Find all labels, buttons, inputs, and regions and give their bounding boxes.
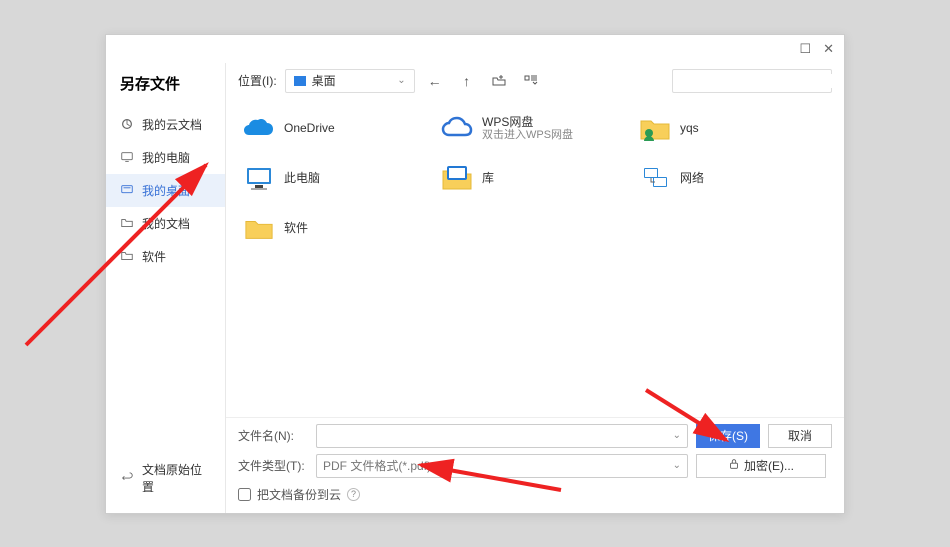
sidebar-item-label: 文档原始位置 <box>142 461 211 495</box>
location-select[interactable]: 桌面 ⌄ <box>285 69 415 93</box>
filetype-label: 文件类型(T): <box>238 457 308 474</box>
file-name: OneDrive <box>284 121 335 135</box>
cloud-drive-icon <box>440 112 474 146</box>
desktop-icon <box>120 183 134 197</box>
sidebar-item-my-computer[interactable]: 我的电脑 <box>106 141 225 174</box>
file-item-software-folder[interactable]: 软件 <box>238 207 436 251</box>
file-item-user[interactable]: yqs <box>634 107 832 151</box>
backup-checkbox[interactable] <box>238 488 251 501</box>
cloud-icon <box>120 117 134 131</box>
filename-combo[interactable]: ⌄ <box>316 424 688 448</box>
file-name: WPS网盘 <box>482 115 573 129</box>
return-icon <box>120 471 134 485</box>
encrypt-button[interactable]: 加密(E)... <box>696 454 826 478</box>
sidebar-item-desktop[interactable]: 我的桌面 <box>106 174 225 207</box>
chevron-down-icon: ⌄ <box>673 430 681 441</box>
location-label: 位置(I): <box>238 72 277 89</box>
sidebar-item-label: 软件 <box>142 248 166 265</box>
save-button[interactable]: 保存(S) <box>696 424 760 448</box>
file-item-this-pc[interactable]: 此电脑 <box>238 157 436 201</box>
file-name: yqs <box>680 121 699 135</box>
chevron-down-icon: ⌄ <box>397 75 405 86</box>
folder-icon <box>120 216 134 230</box>
folder-icon <box>242 212 276 246</box>
sidebar-item-original-location[interactable]: 文档原始位置 <box>106 453 225 503</box>
sidebar-item-label: 我的云文档 <box>142 116 202 133</box>
sidebar-item-software[interactable]: 软件 <box>106 240 225 273</box>
sidebar-item-label: 我的桌面 <box>142 182 190 199</box>
bottom-panel: 文件名(N): ⌄ 保存(S) 取消 文件类型(T): PDF 文件格式(*.p… <box>226 417 844 513</box>
user-folder-icon <box>638 112 672 146</box>
up-button[interactable]: ↑ <box>455 69 479 93</box>
search-box[interactable] <box>672 69 832 93</box>
file-name: 此电脑 <box>284 171 320 185</box>
main-panel: 位置(I): 桌面 ⌄ ← ↑ <box>226 63 844 513</box>
drive-icon <box>294 76 306 86</box>
file-item-wps-drive[interactable]: WPS网盘 双击进入WPS网盘 <box>436 107 634 151</box>
view-mode-button[interactable] <box>519 69 543 93</box>
save-as-dialog: ☐ ✕ 另存文件 我的云文档 我的电脑 我的桌面 <box>105 34 845 514</box>
new-folder-button[interactable] <box>487 69 511 93</box>
monitor-icon <box>120 150 134 164</box>
network-icon <box>638 162 672 196</box>
help-icon[interactable]: ? <box>347 488 360 501</box>
file-name: 库 <box>482 171 494 185</box>
sidebar-item-label: 我的文档 <box>142 215 190 232</box>
file-sub: 双击进入WPS网盘 <box>482 129 573 142</box>
dialog-body: 另存文件 我的云文档 我的电脑 我的桌面 <box>106 63 844 513</box>
file-item-onedrive[interactable]: OneDrive <box>238 107 436 151</box>
pc-icon <box>242 162 276 196</box>
filetype-combo[interactable]: PDF 文件格式(*.pdf) ⌄ <box>316 454 688 478</box>
folder-icon <box>120 249 134 263</box>
backup-to-cloud-row: 把文档备份到云 ? <box>238 484 832 503</box>
file-item-network[interactable]: 网络 <box>634 157 832 201</box>
lock-icon <box>728 458 740 473</box>
search-input[interactable] <box>683 74 838 88</box>
file-name: 软件 <box>284 221 308 235</box>
back-button[interactable]: ← <box>423 69 447 93</box>
onedrive-icon <box>242 112 276 146</box>
toolbar: 位置(I): 桌面 ⌄ ← ↑ <box>226 63 844 99</box>
sidebar-item-cloud-docs[interactable]: 我的云文档 <box>106 108 225 141</box>
library-icon <box>440 162 474 196</box>
filetype-value: PDF 文件格式(*.pdf) <box>323 457 431 474</box>
sidebar: 另存文件 我的云文档 我的电脑 我的桌面 <box>106 63 226 513</box>
backup-label: 把文档备份到云 <box>257 486 341 503</box>
close-button[interactable]: ✕ <box>823 41 834 57</box>
titlebar: ☐ ✕ <box>106 35 844 63</box>
location-value: 桌面 <box>312 72 336 89</box>
file-name: 网络 <box>680 171 704 185</box>
cancel-button[interactable]: 取消 <box>768 424 832 448</box>
sidebar-item-label: 我的电脑 <box>142 149 190 166</box>
file-item-libraries[interactable]: 库 <box>436 157 634 201</box>
file-grid: OneDrive WPS网盘 双击进入WPS网盘 <box>226 99 844 417</box>
filename-label: 文件名(N): <box>238 427 308 444</box>
sidebar-item-my-documents[interactable]: 我的文档 <box>106 207 225 240</box>
maximize-button[interactable]: ☐ <box>799 41 811 57</box>
chevron-down-icon: ⌄ <box>673 460 681 471</box>
dialog-title: 另存文件 <box>106 67 225 108</box>
